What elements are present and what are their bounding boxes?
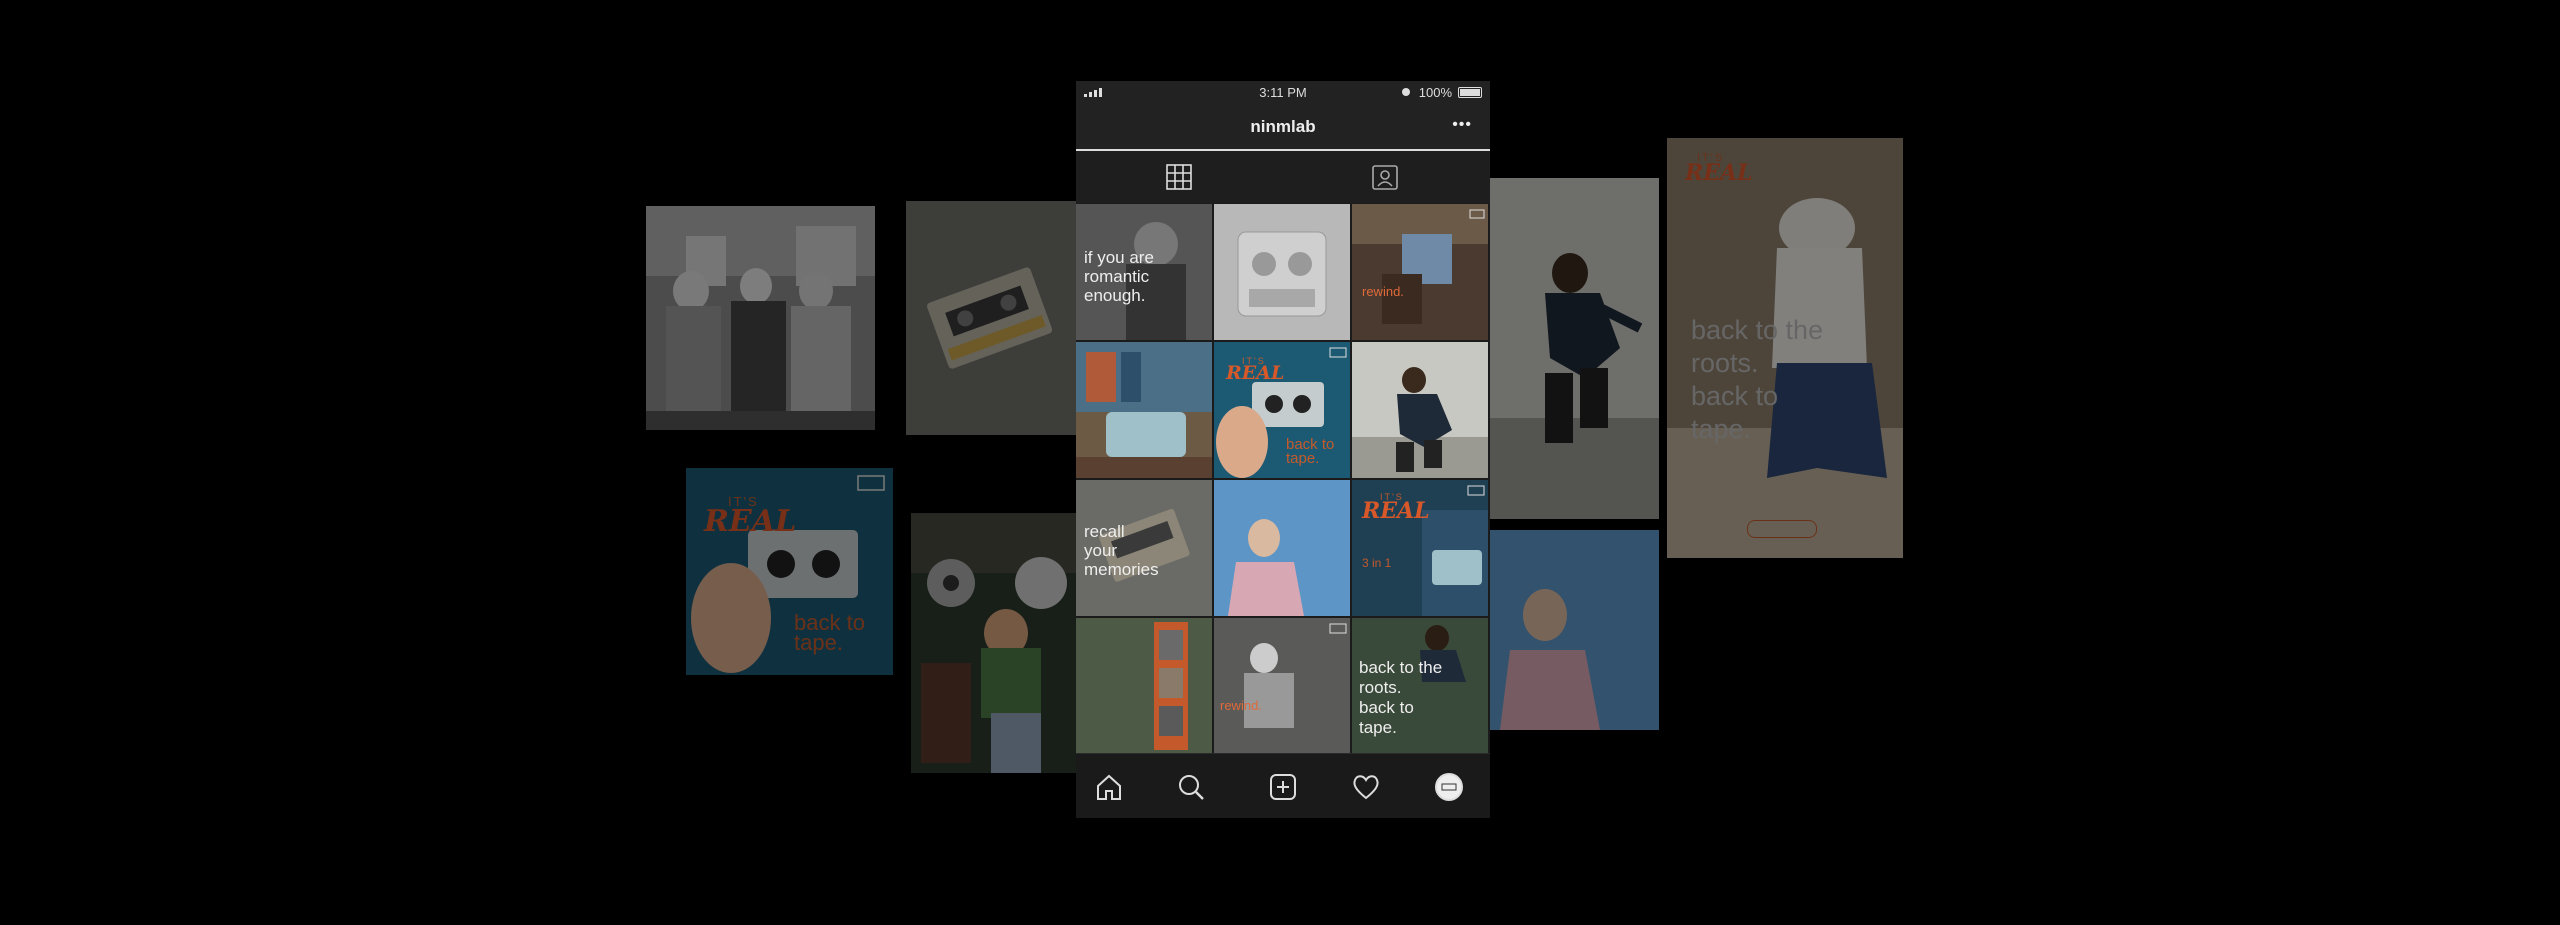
roots-badge <box>1747 520 1817 538</box>
roots-text: back to the roots. back to tape. <box>1691 315 1824 444</box>
post-real-label: REAL <box>1226 362 1285 384</box>
tile-blue-sky-photo <box>1490 530 1659 730</box>
profile-tabs <box>1076 151 1490 203</box>
battery-percent: 100% <box>1418 85 1452 100</box>
post-3-in-1[interactable]: IT'S REAL 3 in 1 <box>1352 480 1488 616</box>
tagged-icon <box>1372 165 1398 190</box>
posts-grid: if you are romantic enough. rewind. IT'S… <box>1076 204 1490 754</box>
post-caption: recall your memories <box>1084 522 1159 579</box>
post-caption: back to tape. <box>1286 436 1335 467</box>
post-romantic[interactable]: if you are romantic enough. <box>1076 204 1212 340</box>
post-image <box>1214 204 1350 340</box>
post-back-to-tape[interactable]: IT'S REAL back to tape. <box>1214 342 1350 478</box>
home-icon <box>1097 774 1121 800</box>
grid-icon <box>1166 164 1192 190</box>
nav-home-button[interactable] <box>1094 772 1124 802</box>
post-clear-radio[interactable] <box>1214 204 1350 340</box>
phone-screen: 3:11 PM 100% ninmlab ••• if you are roma… <box>1076 81 1490 818</box>
profile-icon <box>1435 773 1463 801</box>
nav-profile-button[interactable] <box>1434 772 1464 802</box>
post-caption: rewind. <box>1220 698 1262 713</box>
status-bar: 3:11 PM 100% <box>1076 81 1490 103</box>
post-caption: if you are romantic enough. <box>1084 248 1154 305</box>
post-image <box>1352 204 1488 340</box>
post-image <box>1352 342 1488 478</box>
post-film-strip[interactable] <box>1076 618 1212 754</box>
nav-search-button[interactable] <box>1176 772 1206 802</box>
post-bookshelf-radio[interactable] <box>1076 342 1212 478</box>
post-back-to-roots[interactable]: back to the roots. back to tape. <box>1352 618 1488 754</box>
search-icon <box>1179 775 1204 800</box>
post-image <box>1214 480 1350 616</box>
tab-tagged[interactable] <box>1371 163 1399 191</box>
post-real-label: REAL <box>1362 498 1430 524</box>
add-icon <box>1270 774 1296 800</box>
heart-icon <box>1353 775 1379 800</box>
alarm-icon <box>1402 88 1410 96</box>
jumping-man-image <box>1490 178 1659 519</box>
tile-real-label: REAL <box>704 504 797 539</box>
tile-back-to-roots: IT'S REAL back to the roots. back to tap… <box>1667 138 1903 558</box>
blue-sky-portrait-image <box>1490 530 1659 730</box>
post-caption: 3 in 1 <box>1362 556 1392 570</box>
nav-add-button[interactable] <box>1268 772 1298 802</box>
post-image <box>1214 618 1350 754</box>
post-rewind-chair[interactable]: rewind. <box>1352 204 1488 340</box>
tile-back-to-tape: IT'S REAL back to tape. <box>686 468 893 675</box>
tab-grid[interactable] <box>1165 163 1193 191</box>
post-recall-memories[interactable]: recall your memories <box>1076 480 1212 616</box>
tile-jumping-photo <box>1490 178 1659 519</box>
post-rewind-room[interactable]: rewind. <box>1214 618 1350 754</box>
post-image <box>1076 618 1212 754</box>
bottom-nav <box>1076 753 1490 818</box>
subway-photo-image <box>646 206 875 430</box>
tile-cassette-photo <box>906 201 1076 435</box>
post-caption: rewind. <box>1362 284 1404 299</box>
battery-icon <box>1458 87 1482 98</box>
more-options-button[interactable]: ••• <box>1452 116 1472 134</box>
post-jump[interactable] <box>1352 342 1488 478</box>
nav-activity-button[interactable] <box>1351 772 1381 802</box>
post-sky-portrait[interactable] <box>1214 480 1350 616</box>
roots-real-label: REAL <box>1685 160 1753 186</box>
tile-record-player-photo <box>911 513 1077 773</box>
profile-header: ninmlab ••• <box>1076 103 1490 151</box>
record-player-image <box>911 513 1077 773</box>
post-image <box>1076 342 1212 478</box>
cassette-photo-image <box>906 201 1076 435</box>
tile-back-to-tape-text: back to tape. <box>794 610 865 655</box>
post-caption: back to the roots. back to tape. <box>1359 658 1443 737</box>
tile-subway-photo <box>646 206 875 430</box>
profile-username: ninmlab <box>1250 117 1316 136</box>
